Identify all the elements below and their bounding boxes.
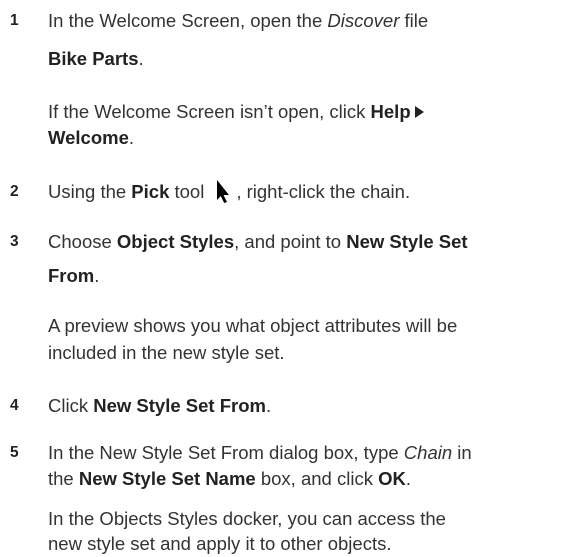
- step-number: 2: [10, 183, 19, 200]
- menu-new-style-set: New Style Set: [346, 231, 468, 252]
- text-fragment: in: [452, 442, 472, 463]
- file-name: Bike Parts: [48, 48, 139, 69]
- menu-object-styles: Object Styles: [116, 231, 235, 252]
- pick-tool-arrow-icon: [208, 179, 232, 203]
- text-fragment: the: [48, 468, 79, 489]
- step-text: In the New Style Set From dialog box, ty…: [48, 440, 472, 466]
- menu-from: From: [48, 265, 95, 286]
- text-fragment: .: [265, 395, 272, 416]
- text-fragment: .: [405, 468, 411, 489]
- note-text: In the Objects Styles docker, you can ac…: [48, 508, 446, 529]
- text-fragment: In the Welcome Screen, open the: [48, 10, 328, 31]
- step-number: 5: [10, 444, 19, 461]
- text-fragment: , right-click the chain.: [236, 181, 411, 202]
- italic-style-name: Chain: [403, 442, 453, 463]
- text-fragment: , and point to: [234, 231, 347, 252]
- step-text: the New Style Set Name box, and click OK…: [48, 466, 411, 492]
- menu-arrow-icon: [414, 106, 424, 118]
- step-text: From.: [48, 263, 99, 289]
- note-text: A preview shows you what object attribut…: [48, 315, 458, 336]
- text-fragment: .: [94, 265, 100, 286]
- step-text: Bike Parts.: [48, 46, 144, 72]
- note-text: If the Welcome Screen isn’t open, click …: [48, 99, 424, 125]
- note-text: included in the new style set.: [48, 342, 285, 363]
- step-text: In the Welcome Screen, open the Discover…: [48, 8, 428, 34]
- text-fragment: Using the: [48, 181, 132, 202]
- step-text: Choose Object Styles, and point to New S…: [48, 229, 468, 255]
- text-fragment: .: [138, 48, 144, 69]
- step-number: 1: [10, 12, 19, 29]
- text-fragment: file: [399, 10, 429, 31]
- text-fragment: Click: [48, 395, 94, 416]
- note-text: new style set and apply it to other obje…: [48, 533, 392, 554]
- step-text: Using the Pick tool , right-click the cha…: [48, 179, 410, 205]
- italic-file-category: Discover: [327, 10, 400, 31]
- text-fragment: In the New Style Set From dialog box, ty…: [48, 442, 404, 463]
- menu-help: Help: [370, 101, 411, 122]
- text-fragment: .: [128, 127, 135, 148]
- button-ok-reference: OK: [378, 468, 406, 489]
- step-number: 3: [10, 233, 19, 250]
- command-new-style-set-from: New Style Set From: [93, 395, 266, 416]
- tool-name: Pick: [131, 181, 170, 202]
- text-fragment: Choose: [48, 231, 117, 252]
- field-new-style-set-name: New Style Set Name: [78, 468, 256, 489]
- text-fragment: box, and click: [255, 468, 379, 489]
- menu-welcome: Welcome: [48, 127, 129, 148]
- text-fragment: If the Welcome Screen isn’t open, click: [48, 101, 371, 122]
- step-number: 4: [10, 397, 19, 414]
- text-fragment: tool: [169, 181, 205, 202]
- note-text: Welcome.: [48, 125, 134, 151]
- step-text: Click New Style Set From.: [48, 393, 271, 419]
